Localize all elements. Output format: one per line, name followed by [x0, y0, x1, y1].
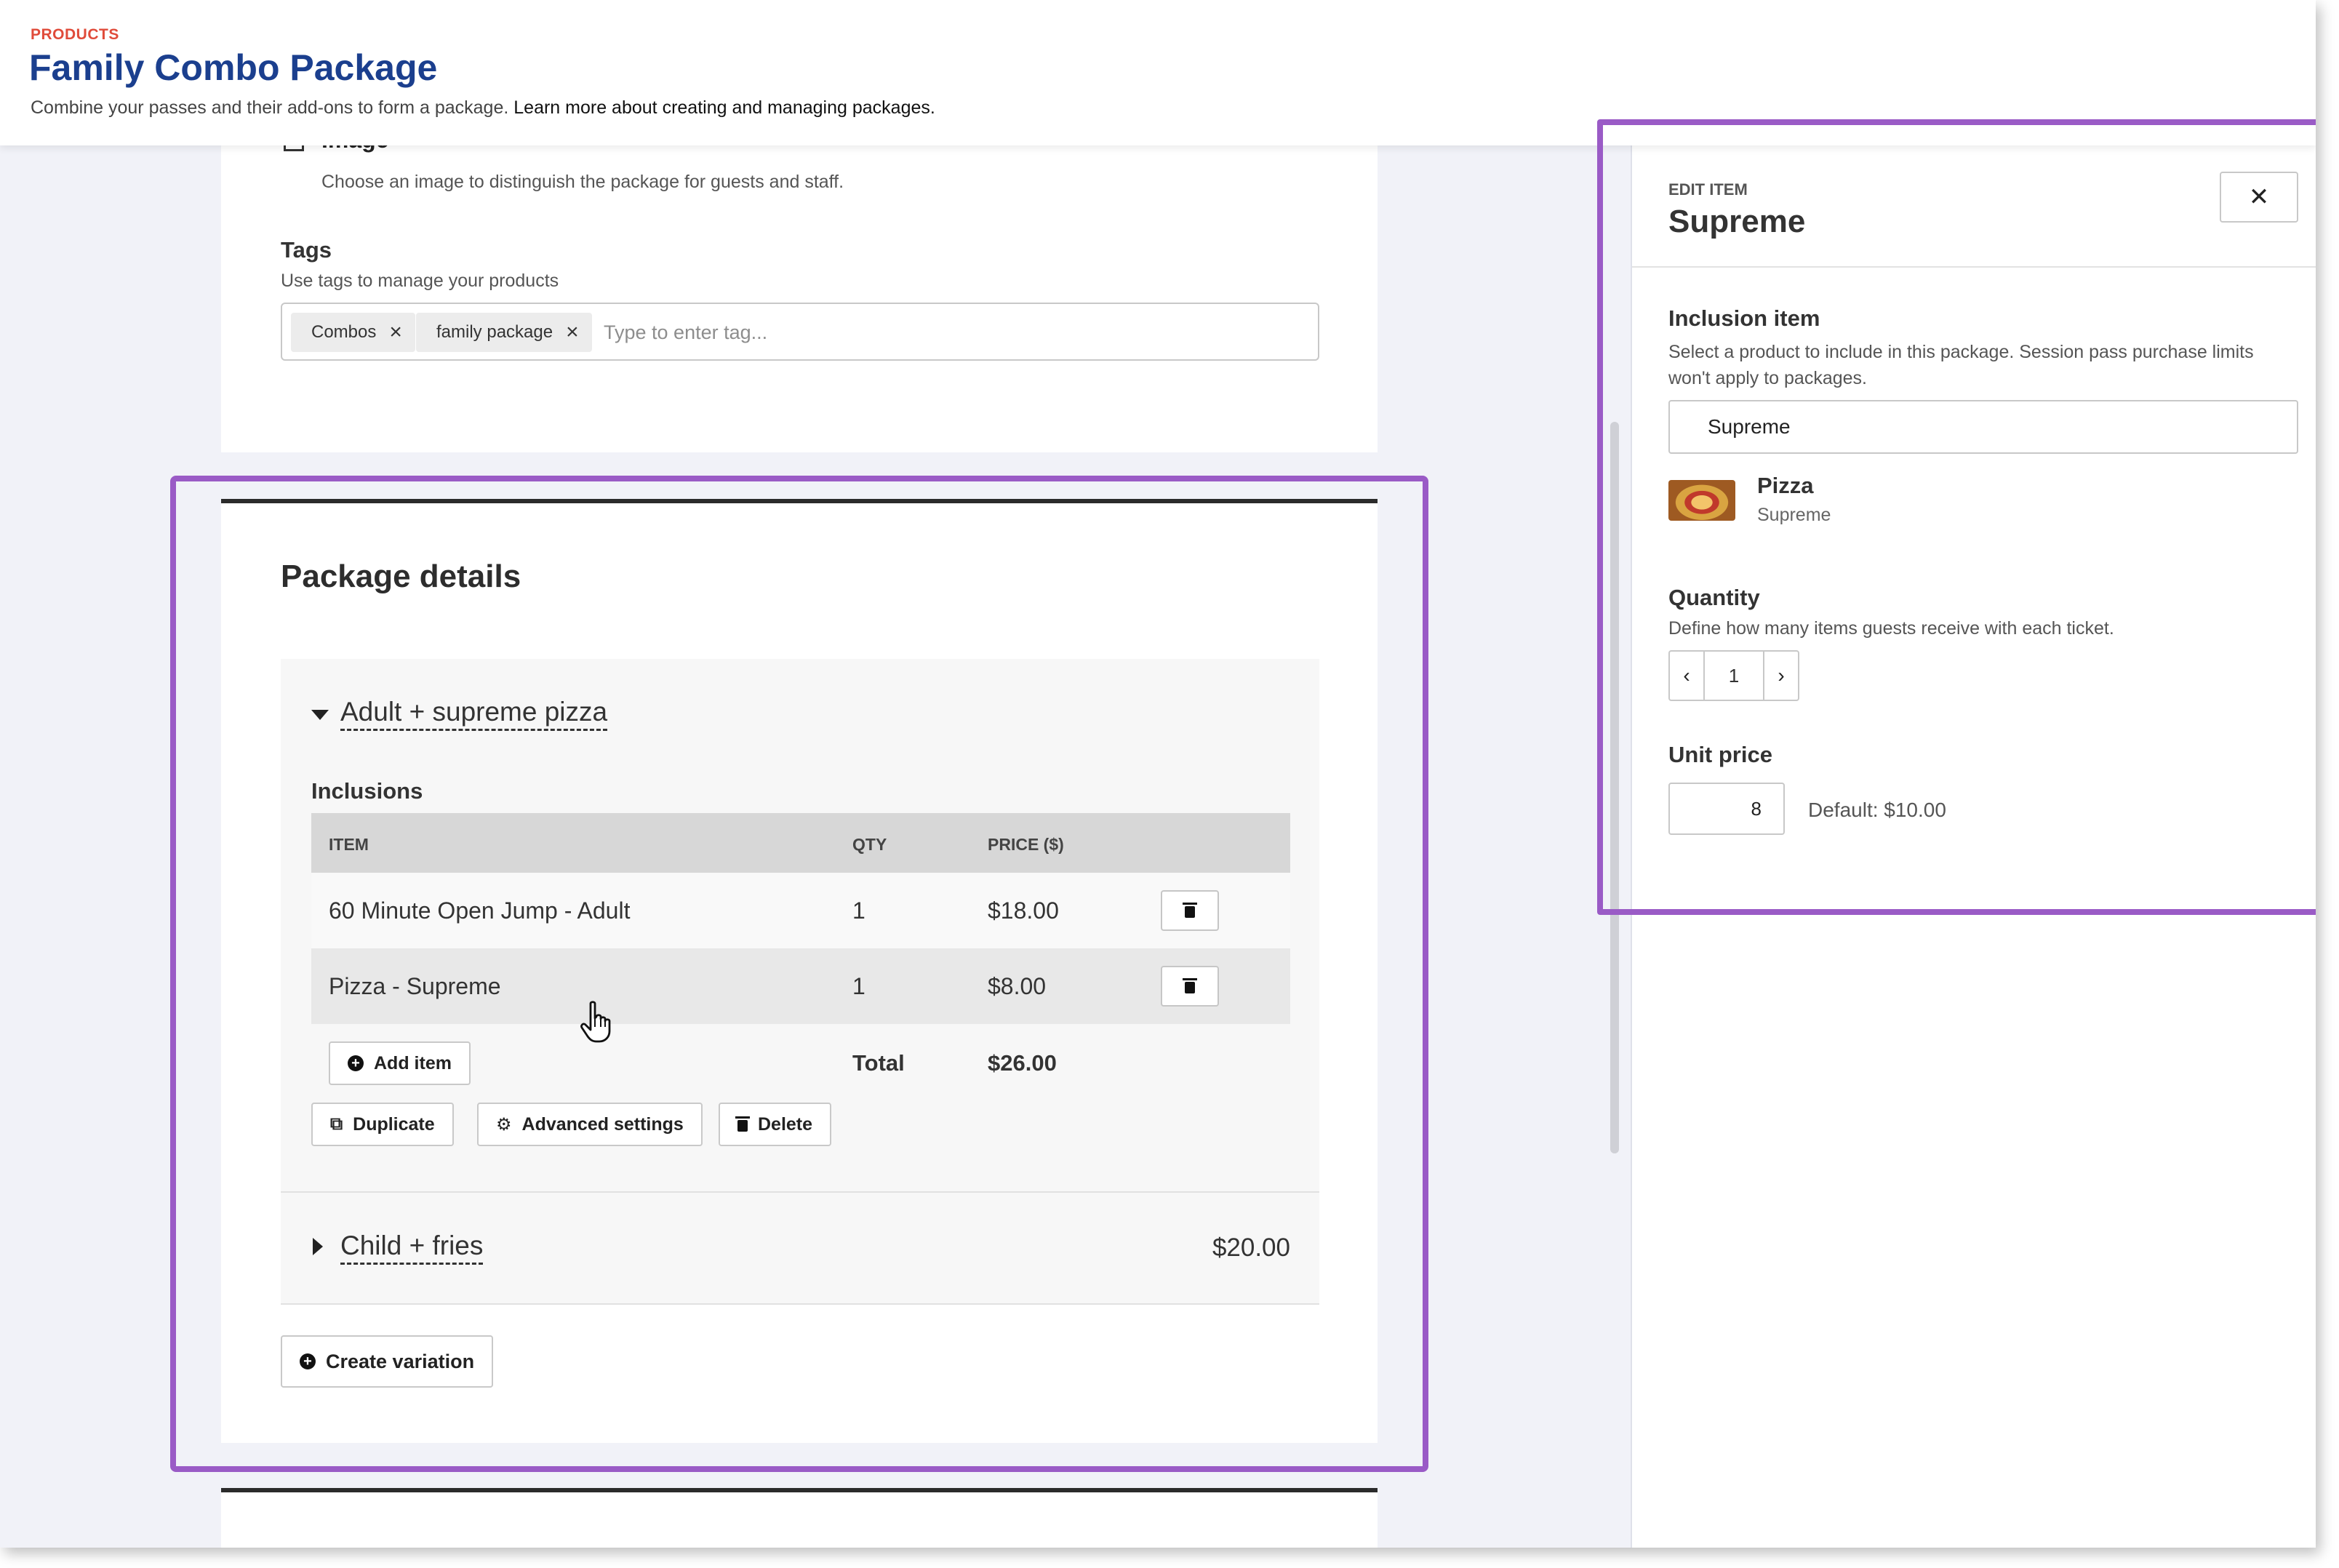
increment-button[interactable]: › — [1763, 652, 1798, 700]
tag-input[interactable] — [604, 314, 1302, 351]
trash-icon — [1183, 978, 1197, 993]
caret-down-icon[interactable] — [311, 710, 329, 720]
product-variant: Supreme — [1757, 505, 1831, 525]
variation-name[interactable]: Adult + supreme pizza — [340, 697, 608, 731]
general-settings-card: Image Choose an image to distinguish the… — [221, 127, 1378, 452]
package-details-card: Package details Adult + supreme pizza In… — [221, 499, 1378, 1443]
inclusion-item-input[interactable] — [1668, 400, 2298, 454]
trash-icon — [1183, 903, 1197, 918]
table-header: ITEM QTY PRICE ($) — [311, 813, 1290, 873]
default-price-text: Default: $10.00 — [1808, 799, 1946, 821]
duplicate-button[interactable]: ⧉ Duplicate — [311, 1103, 454, 1146]
variation-price: $20.00 — [1212, 1233, 1290, 1262]
variation-panel[interactable]: Child + fries $20.00 — [281, 1193, 1319, 1305]
gear-icon: ⚙ — [496, 1114, 512, 1135]
column-header-price: PRICE ($) — [988, 835, 1064, 854]
panel-title: Supreme — [1668, 204, 1806, 239]
add-item-label: Add item — [374, 1052, 452, 1073]
tags-help-text: Use tags to manage your products — [281, 271, 559, 291]
tag-chip-label: Combos — [311, 322, 377, 342]
breadcrumb[interactable]: PRODUCTS — [31, 26, 119, 44]
delete-row-button[interactable] — [1161, 890, 1219, 931]
advanced-settings-label: Advanced settings — [521, 1113, 684, 1135]
quantity-label: Quantity — [1668, 585, 1760, 610]
remove-tag-icon[interactable]: × — [389, 321, 402, 343]
duplicate-label: Duplicate — [353, 1113, 435, 1135]
quantity-value[interactable]: 1 — [1705, 652, 1763, 700]
tags-label: Tags — [281, 237, 332, 263]
product-name: Pizza — [1757, 473, 1814, 498]
column-header-item: ITEM — [329, 835, 369, 854]
page-header: PRODUCTS Family Combo Package Combine yo… — [0, 0, 2316, 145]
add-item-button[interactable]: + Add item — [329, 1041, 471, 1085]
row-item: Pizza - Supreme — [329, 973, 501, 999]
close-icon: ✕ — [2248, 183, 2270, 211]
divider — [1632, 266, 2316, 268]
advanced-settings-button[interactable]: ⚙ Advanced settings — [477, 1103, 703, 1146]
total-label: Total — [852, 1050, 905, 1076]
edit-item-panel: EDIT ITEM Supreme ✕ Inclusion item Selec… — [1631, 131, 2316, 1548]
tag-chip-combos: Combos × — [291, 313, 415, 352]
inclusion-item-label: Inclusion item — [1668, 305, 1820, 331]
page-description-text: Combine your passes and their add-ons to… — [31, 97, 509, 118]
delete-row-button[interactable] — [1161, 966, 1219, 1007]
plus-circle-icon: + — [300, 1353, 316, 1369]
row-qty: 1 — [852, 897, 865, 924]
column-header-qty: QTY — [852, 835, 887, 854]
tag-chip-label: family package — [436, 322, 553, 342]
quantity-help: Define how many items guests receive wit… — [1668, 618, 2114, 639]
chevron-right-icon: › — [1778, 664, 1785, 687]
inclusions-label: Inclusions — [311, 778, 423, 804]
quantity-stepper: ‹ 1 › — [1668, 650, 1799, 701]
section-title: Package details — [281, 559, 521, 594]
tags-field[interactable]: Combos × family package × — [281, 303, 1319, 361]
inclusions-table: ITEM QTY PRICE ($) 60 Minute Open Jump -… — [311, 813, 1290, 1103]
hand-pointer-icon — [580, 1001, 611, 1043]
chevron-left-icon: ‹ — [1683, 664, 1690, 687]
table-row[interactable]: 60 Minute Open Jump - Adult 1 $18.00 — [311, 873, 1290, 948]
create-variation-button[interactable]: + Create variation — [281, 1335, 494, 1388]
app-window: PRODUCTS Family Combo Package Combine yo… — [0, 0, 2316, 1548]
caret-right-icon[interactable] — [313, 1238, 323, 1255]
row-qty: 1 — [852, 973, 865, 999]
remove-tag-icon[interactable]: × — [566, 321, 579, 343]
next-section-card — [221, 1488, 1378, 1548]
close-button[interactable]: ✕ — [2220, 172, 2298, 223]
total-value: $26.00 — [988, 1050, 1057, 1076]
delete-variation-button[interactable]: Delete — [719, 1103, 832, 1146]
variation-panel: Adult + supreme pizza Inclusions ITEM QT… — [281, 659, 1319, 1193]
table-row[interactable]: Pizza - Supreme 1 $8.00 — [311, 948, 1290, 1024]
inclusion-item-help: Select a product to include in this pack… — [1668, 342, 2254, 388]
unit-price-input[interactable] — [1668, 783, 1785, 835]
image-help-text: Choose an image to distinguish the packa… — [321, 172, 844, 192]
row-item: 60 Minute Open Jump - Adult — [329, 897, 631, 924]
decrement-button[interactable]: ‹ — [1670, 652, 1705, 700]
page-description: Combine your passes and their add-ons to… — [31, 97, 935, 119]
page-title: Family Combo Package — [29, 47, 438, 88]
plus-circle-icon: + — [348, 1055, 364, 1071]
row-price: $18.00 — [988, 897, 1059, 924]
scrollbar[interactable] — [1610, 422, 1619, 1153]
variation-name[interactable]: Child + fries — [340, 1231, 484, 1265]
table-footer: + Add item Total $26.00 — [311, 1024, 1290, 1103]
row-price: $8.00 — [988, 973, 1047, 999]
trash-icon — [735, 1116, 750, 1132]
unit-price-label: Unit price — [1668, 742, 1772, 767]
tag-chip-family-package: family package × — [416, 313, 592, 352]
duplicate-icon: ⧉ — [330, 1114, 343, 1134]
panel-eyebrow: EDIT ITEM — [1668, 180, 1748, 199]
pizza-thumbnail — [1668, 480, 1735, 521]
learn-more-link[interactable]: Learn more about creating and managing p… — [513, 97, 935, 118]
delete-label: Delete — [758, 1113, 813, 1135]
create-variation-label: Create variation — [326, 1350, 475, 1372]
